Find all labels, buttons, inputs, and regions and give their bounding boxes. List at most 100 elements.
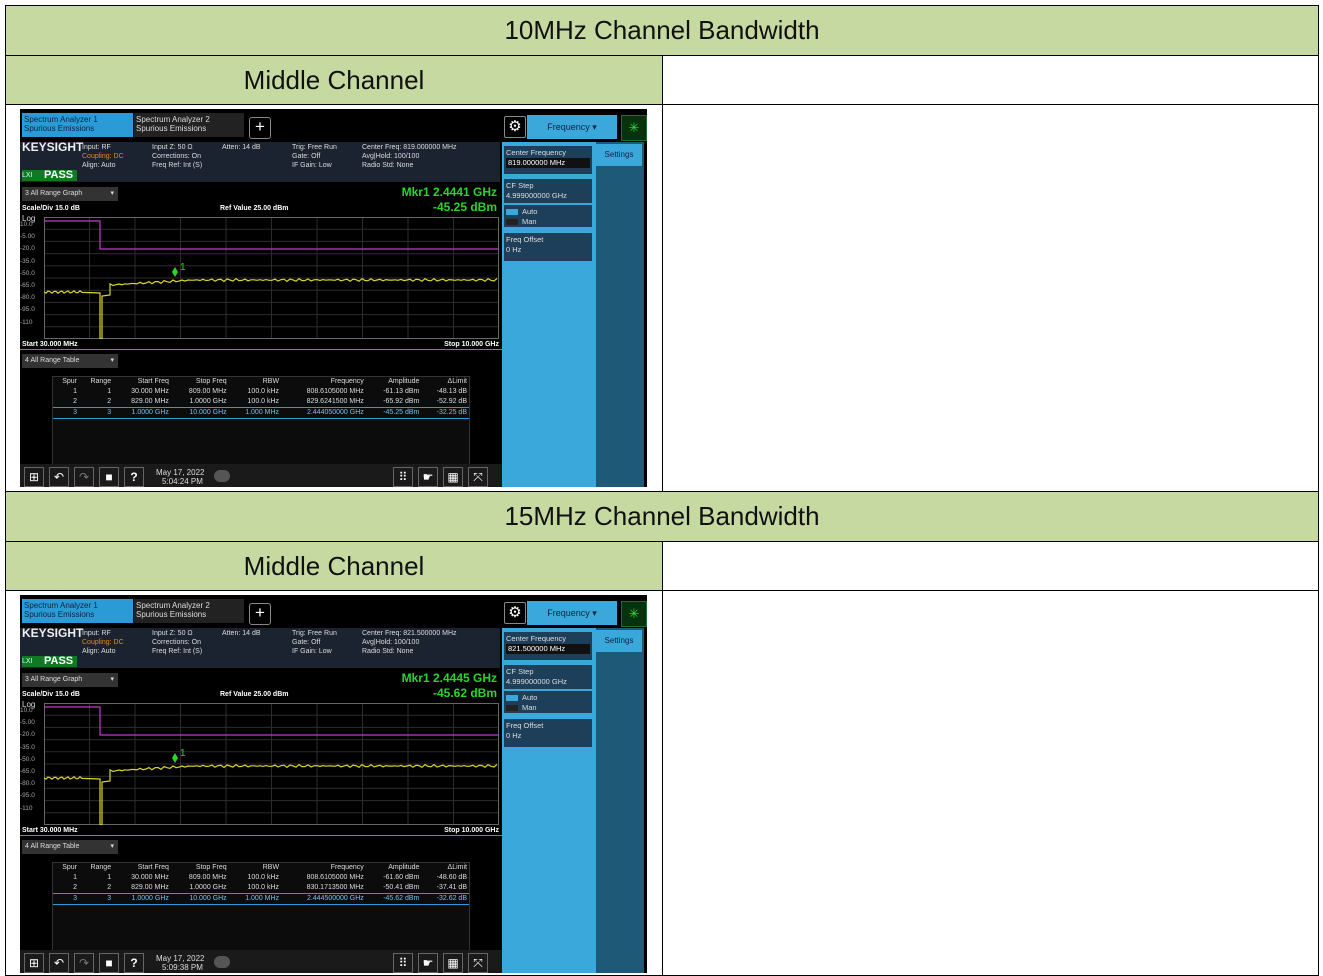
keypad-icon[interactable]: ⠿ (393, 467, 413, 487)
cf-step-softkey[interactable]: CF Step 4.999000000 GHz (504, 179, 592, 203)
help-icon[interactable]: ? (124, 953, 144, 973)
tab-spectrum-analyzer-1[interactable]: Spectrum Analyzer 1 Spurious Emissions (22, 113, 133, 137)
tab-spectrum-analyzer-2[interactable]: Spectrum Analyzer 2 Spurious Emissions (134, 599, 244, 623)
table-cell: 1.0000 GHz (189, 884, 227, 891)
graph-window-selector[interactable]: 3 All Range Graph ▾ (22, 187, 118, 201)
redo-icon[interactable]: ↷ (74, 467, 94, 487)
column-header: Spur (62, 378, 78, 385)
gear-icon[interactable]: ⚙ (504, 116, 526, 138)
touch-icon[interactable]: ☛ (418, 467, 438, 487)
undo-icon[interactable]: ↶ (49, 467, 69, 487)
frequency-menu-button[interactable]: Frequency ▾ (527, 601, 617, 625)
y-tick-label: -20.0 (20, 731, 35, 739)
table-header-row: Spur Range Start Freq Stop Freq RBW Frequency… (53, 863, 469, 873)
window-layout-icon[interactable]: ▦ (443, 467, 463, 487)
column-header: Frequency (330, 378, 364, 385)
column-header: Start Freq (137, 378, 169, 385)
windows-icon[interactable]: ⊞ (24, 467, 44, 487)
add-screen-button[interactable]: + (249, 117, 271, 139)
bandwidth-header: 15MHz Channel Bandwidth (5, 491, 1319, 542)
folder-icon[interactable]: ■ (99, 467, 119, 487)
graph-window-selector[interactable]: 3 All Range Graph ▾ (22, 673, 118, 687)
table-cell: -45.25 dBm (365, 407, 422, 419)
channel-header: Middle Channel (5, 541, 663, 591)
table-cell: 1.0000 GHz (113, 407, 171, 419)
busy-spinner-icon: ✳ (621, 601, 647, 627)
marker-amplitude: -45.62 dBm (432, 686, 497, 700)
spectrum-trace (44, 277, 498, 339)
message-bubble-icon[interactable] (214, 956, 230, 968)
table-row[interactable]: 3 3 1.0000 GHz 10.000 GHz 1.000 MHz 2.4445000… (53, 893, 469, 905)
center-freq-info: Center Freq: 821.500000 MHz Avg|Hold: 100… (362, 630, 457, 655)
table-window-selector[interactable]: 4 All Range Table ▾ (22, 840, 118, 854)
marker-frequency: Mkr1 2.4441 GHz (401, 185, 497, 199)
auto-man-toggle[interactable]: Auto Man (504, 691, 592, 713)
touch-icon[interactable]: ☛ (418, 953, 438, 973)
table-window-selector[interactable]: 4 All Range Table ▾ (22, 354, 118, 368)
center-frequency-softkey[interactable]: Center Frequency 821.500000 MHz (504, 632, 592, 660)
bandwidth-header: 10MHz Channel Bandwidth (5, 5, 1319, 56)
table-cell: -45.62 dBm (365, 893, 422, 905)
table-row[interactable]: 2 2 829.00 MHz 1.0000 GHz 100.0 kHz 829.62415… (53, 397, 469, 408)
marker-1-diamond (172, 753, 178, 763)
tab-spectrum-analyzer-1[interactable]: Spectrum Analyzer 1 Spurious Emissions (22, 599, 133, 623)
spectrum-plot: 1 (44, 217, 499, 339)
table-cell: -52.92 dB (436, 398, 467, 405)
channel-label: Middle Channel (243, 550, 425, 581)
window-layout-icon[interactable]: ▦ (443, 953, 463, 973)
measurement-settings-bar: KEYSIGHT Input: RF Coupling: DC Align: Aut… (20, 627, 500, 668)
spectrum-plot: 1 (44, 703, 499, 825)
settings-tab[interactable]: Settings (596, 630, 642, 652)
table-row[interactable]: 2 2 829.00 MHz 1.0000 GHz 100.0 kHz 830.17135… (53, 883, 469, 894)
input-settings: Input: RF Coupling: DC Align: Auto (82, 630, 124, 655)
empty-cell (662, 104, 1319, 492)
column-header: RBW (262, 378, 280, 385)
freq-offset-softkey[interactable]: Freq Offset 0 Hz (504, 233, 592, 261)
empty-cell (662, 590, 1319, 976)
column-header: Spur (62, 864, 78, 871)
table-cell: 30.000 MHz (131, 388, 169, 395)
center-frequency-softkey[interactable]: Center Frequency 819.000000 MHz (504, 146, 592, 174)
table-cell: -61.60 dBm (383, 874, 420, 881)
table-row[interactable]: 1 1 30.000 MHz 809.00 MHz 100.0 kHz 808.61050… (53, 873, 469, 883)
frequency-menu-button[interactable]: Frequency ▾ (527, 115, 617, 139)
table-cell: 2 (107, 884, 112, 891)
help-icon[interactable]: ? (124, 467, 144, 487)
column-header: Amplitude (388, 378, 420, 385)
freq-offset-softkey[interactable]: Freq Offset 0 Hz (504, 719, 592, 747)
y-tick-label: 10.0 (20, 221, 33, 228)
spectrum-analyzer-screen: Spectrum Analyzer 1 Spurious Emissions Sp… (20, 109, 647, 487)
divider (20, 835, 502, 836)
settings-tab[interactable]: Settings (596, 144, 642, 166)
table-cell: 3 (53, 407, 80, 419)
keypad-icon[interactable]: ⠿ (393, 953, 413, 973)
y-tick-label: 10.0 (20, 707, 33, 714)
table-row[interactable]: 1 1 30.000 MHz 809.00 MHz 100.0 kHz 808.61050… (53, 387, 469, 397)
lxi-icon: LXI (22, 172, 33, 179)
lxi-icon: LXI (22, 658, 33, 665)
table-cell: 100.0 kHz (247, 398, 280, 405)
fullscreen-icon[interactable]: ⤧ (468, 953, 488, 973)
redo-icon[interactable]: ↷ (74, 953, 94, 973)
tab-spectrum-analyzer-2[interactable]: Spectrum Analyzer 2 Spurious Emissions (134, 113, 244, 137)
add-screen-button[interactable]: + (249, 603, 271, 625)
center-freq-info: Center Freq: 819.000000 MHz Avg|Hold: 100… (362, 144, 457, 169)
table-cell: 2 (73, 398, 78, 405)
windows-icon[interactable]: ⊞ (24, 953, 44, 973)
y-tick-label: -50.0 (20, 755, 35, 763)
table-cell: -50.41 dBm (383, 884, 420, 891)
message-bubble-icon[interactable] (214, 470, 230, 482)
table-header-row: Spur Range Start Freq Stop Freq RBW Frequency… (53, 377, 469, 387)
bottom-toolbar: ⊞ ↶ ↷ ■ ? May 17, 2022 5:09:38 PM ⠿ ☛ ▦ ⤧ (20, 950, 502, 973)
column-header: RBW (262, 864, 280, 871)
fullscreen-icon[interactable]: ⤧ (468, 467, 488, 487)
gear-icon[interactable]: ⚙ (504, 602, 526, 624)
table-cell: -65.92 dBm (383, 398, 420, 405)
auto-man-toggle[interactable]: Auto Man (504, 205, 592, 227)
table-row[interactable]: 3 3 1.0000 GHz 10.000 GHz 1.000 MHz 2.4440500… (53, 407, 469, 419)
folder-icon[interactable]: ■ (99, 953, 119, 973)
undo-icon[interactable]: ↶ (49, 953, 69, 973)
cf-step-softkey[interactable]: CF Step 4.999000000 GHz (504, 665, 592, 689)
stop-frequency: Stop 10.000 GHz (444, 341, 499, 348)
empty-cell (662, 541, 1319, 591)
